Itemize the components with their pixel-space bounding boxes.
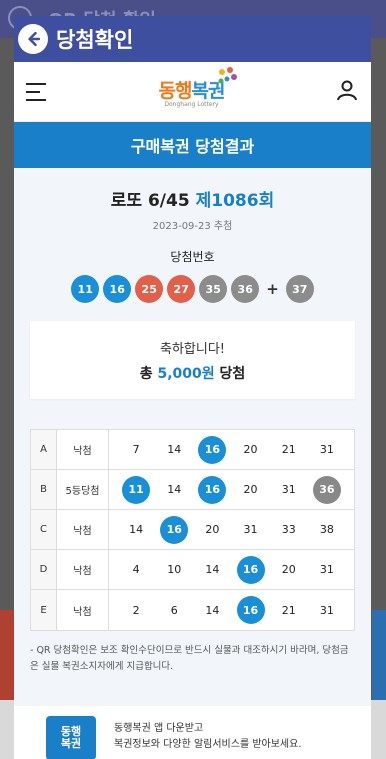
donghang-logo[interactable]: 동행복권 Donghang Lottery <box>158 66 238 108</box>
line-label: C <box>31 510 57 549</box>
app-logo-icon: 동행 복권 <box>46 716 96 759</box>
line-label: A <box>31 430 57 469</box>
ticket-number: 21 <box>281 443 296 456</box>
line-result: 낙첨 <box>57 510 109 549</box>
winning-numbers-label: 당첨번호 <box>170 250 215 264</box>
prize-prefix: 총 <box>139 365 158 382</box>
ticket-number: 31 <box>281 483 296 496</box>
banner-text: 동행복권 앱 다운받고 복권정보와 다양한 알림서비스를 받아보세요. <box>114 721 302 753</box>
prize-text: 총 5,000원 당첨 <box>140 363 246 383</box>
prize-suffix: 당첨 <box>214 365 246 382</box>
ticket-number: 20 <box>243 483 258 496</box>
ticket-number: 4 <box>132 563 140 576</box>
section-title: 구매복권 당첨결과 <box>14 122 371 168</box>
table-row: E 낙첨 2 6 14 16 21 31 <box>31 590 354 630</box>
line-label: B <box>31 470 57 509</box>
ticket-number: 14 <box>205 603 220 617</box>
ticket-number: 21 <box>281 603 296 617</box>
winning-ball: 16 <box>103 275 132 303</box>
line-result: 5등당첨 <box>57 470 109 509</box>
table-row: D 낙첨 4 10 14 16 20 31 <box>31 550 354 590</box>
app-header: 동행복권 Donghang Lottery <box>14 62 371 122</box>
matched-number: 16 <box>160 515 189 544</box>
draw-round: 제1086회 <box>195 191 275 211</box>
line-numbers: 11 14 16 20 31 36 <box>109 470 354 509</box>
ticket-number: 6 <box>170 603 178 617</box>
ticket-number: 2 <box>132 603 140 617</box>
line-numbers: 4 10 14 16 20 31 <box>109 550 354 589</box>
ticket-number: 14 <box>167 443 182 456</box>
matched-number: 16 <box>236 596 265 624</box>
result-content: 로또 6/45 제1086회 2023-09-23 추첨 당첨번호 11 16 25… <box>14 168 371 728</box>
modal-header: 당첨확인 <box>14 16 371 62</box>
banner-line-2: 복권정보와 다양한 알림서비스를 받아보세요. <box>114 739 302 750</box>
winning-ball: 36 <box>231 275 260 303</box>
ticket-number: 31 <box>319 603 334 617</box>
line-label: D <box>31 550 57 589</box>
bonus-ball: 37 <box>285 275 314 303</box>
winning-numbers: 11 16 25 27 35 36 +37 <box>30 275 355 303</box>
app-download-banner[interactable]: 동행 복권 동행복권 앱 다운받고 복권정보와 다양한 알림서비스를 받아보세요. <box>14 706 371 759</box>
ticket-number: 20 <box>281 563 296 576</box>
winning-ball: 25 <box>135 275 164 303</box>
ticket-number: 7 <box>132 443 140 456</box>
line-result: 낙첨 <box>57 430 109 469</box>
modal-title: 당첨확인 <box>56 28 134 52</box>
line-result: 낙첨 <box>57 590 109 630</box>
logo-text-main: 동행 <box>158 79 193 102</box>
line-numbers: 14 16 20 31 33 38 <box>109 510 354 549</box>
banner-line-1: 동행복권 앱 다운받고 <box>114 723 204 734</box>
draw-date: 2023-09-23 추첨 <box>152 221 233 232</box>
ticket-number: 20 <box>243 443 258 456</box>
ticket-number: 31 <box>243 523 258 536</box>
line-numbers: 2 6 14 16 21 31 <box>109 590 354 630</box>
arrow-left-icon[interactable] <box>18 24 48 54</box>
logo-dots-icon <box>218 66 238 83</box>
bonus-matched-number: 36 <box>312 475 341 504</box>
ticket-number: 10 <box>167 563 182 576</box>
result-card: 축하합니다! 총 5,000원 당첨 <box>30 321 355 399</box>
line-label: E <box>31 590 57 630</box>
winning-ball: 27 <box>167 275 196 303</box>
ticket-number: 31 <box>319 563 334 576</box>
line-result: 낙첨 <box>57 550 109 589</box>
table-row: A 낙첨 7 14 16 20 21 31 <box>31 430 354 470</box>
winning-ball: 35 <box>199 275 228 303</box>
ticket-number: 14 <box>129 523 144 536</box>
notice-text: - QR 당첨확인은 보조 확인수단이므로 반드시 실물과 대조하시기 바라며,… <box>30 645 349 672</box>
ticket-number: 20 <box>205 523 220 536</box>
prize-amount: 5,000원 <box>157 365 215 382</box>
matched-number: 16 <box>236 555 265 584</box>
game-name: 로또 6/45 <box>110 191 190 211</box>
bonus-plus-sign: + <box>266 280 279 298</box>
line-numbers: 7 14 16 20 21 31 <box>109 430 354 469</box>
ticket-number: 14 <box>205 563 220 576</box>
table-row: B 5등당첨 11 14 16 20 31 36 <box>31 470 354 510</box>
winning-ball: 11 <box>71 275 100 303</box>
hamburger-icon[interactable] <box>26 82 48 101</box>
ticket-table: A 낙첨 7 14 16 20 21 31 B 5등당첨 11 14 16 20 31 36 C 낙첨 14 16 20… <box>30 429 355 631</box>
result-modal: 당첨확인 동행복권 Donghang Lottery 구매복권 당첨결과 로또 … <box>14 16 371 759</box>
ticket-number: 31 <box>319 443 334 456</box>
user-icon[interactable] <box>335 78 359 106</box>
table-row: C 낙첨 14 16 20 31 33 38 <box>31 510 354 550</box>
matched-number: 16 <box>198 435 227 464</box>
matched-number: 11 <box>122 475 151 504</box>
matched-number: 16 <box>198 475 227 504</box>
ticket-number: 14 <box>167 483 182 496</box>
congrats-text: 축하합니다! <box>159 341 225 357</box>
ticket-number: 33 <box>281 523 296 536</box>
draw-title: 로또 6/45 제1086회 <box>30 186 355 211</box>
ticket-number: 38 <box>319 523 334 536</box>
